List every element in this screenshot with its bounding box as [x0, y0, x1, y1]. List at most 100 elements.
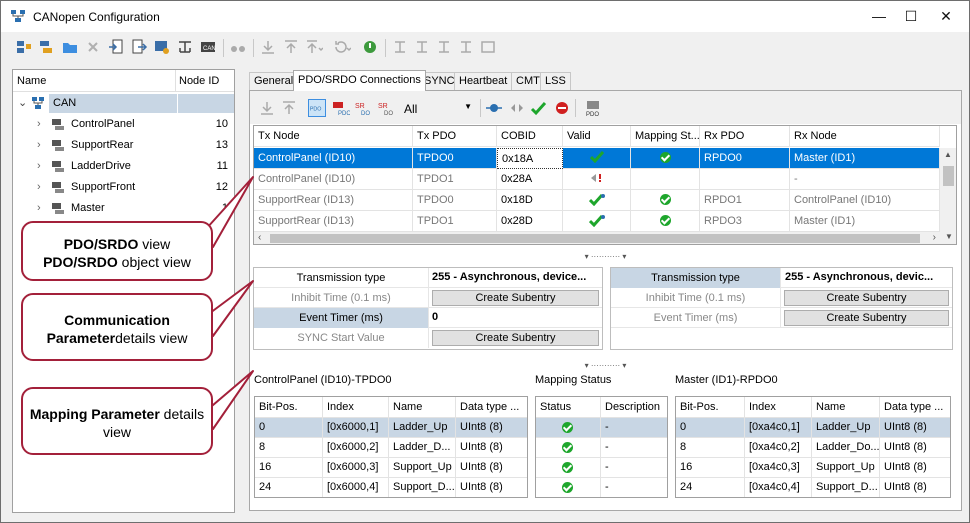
network-scan-icon[interactable]	[153, 38, 171, 56]
status-header-description[interactable]: Description	[601, 397, 667, 418]
grid-cell-valid[interactable]	[563, 190, 631, 211]
mapping-cell[interactable]: [0xa4c0,2]	[745, 438, 812, 458]
create-subentry-button[interactable]: Create Subentry	[432, 290, 599, 306]
mapping-cell[interactable]: Support_D...	[812, 478, 880, 497]
tree-item[interactable]: › SupportRear 13	[13, 135, 234, 156]
grid-cell-tx-pdo[interactable]: TPDO0	[413, 190, 497, 211]
grid-cell-rx-node[interactable]: Master (ID1)	[790, 148, 940, 169]
tab-pdo-srdo-connections[interactable]: PDO/SRDO Connections	[293, 70, 426, 91]
grid-cell-tx-node[interactable]: SupportRear (ID13)	[254, 190, 413, 211]
node-d-icon[interactable]	[457, 38, 475, 56]
connect-icon[interactable]	[485, 99, 503, 117]
grid-cell-cobid[interactable]: 0x28A	[497, 169, 563, 190]
mapping-cell[interactable]: [0xa4c0,4]	[745, 478, 812, 497]
mapping-cell[interactable]: 24	[255, 478, 323, 497]
mapping-cell[interactable]: UInt8 (8)	[456, 438, 527, 458]
splitter-handle[interactable]: ▾ ··········· ▾	[250, 253, 961, 262]
mapping-cell[interactable]: UInt8 (8)	[456, 418, 527, 438]
grid-header-cobid[interactable]: COBID	[497, 126, 563, 147]
mapping-cell[interactable]: Support_Up	[812, 458, 880, 478]
grid-cell-rx-node[interactable]: -	[790, 169, 940, 190]
node-e-icon[interactable]	[479, 38, 497, 56]
add-node-2-icon[interactable]	[38, 38, 56, 56]
mapping-cell[interactable]: [0x6000,2]	[323, 438, 389, 458]
node-c-icon[interactable]	[435, 38, 453, 56]
mapping-cell[interactable]: UInt8 (8)	[880, 478, 950, 497]
download-pdo-icon[interactable]	[258, 99, 276, 117]
status-description[interactable]: -	[601, 418, 667, 438]
tree-root-can[interactable]: ⌄ CAN	[13, 93, 234, 114]
mapping-header-name[interactable]: Name	[812, 397, 880, 418]
mapping-cell[interactable]: Support_D...	[389, 478, 456, 497]
grid-cell-valid[interactable]	[563, 169, 631, 190]
grid-cell-cobid[interactable]: 0x18D	[497, 190, 563, 211]
grid-cell-rx-pdo[interactable]: RPDO0	[700, 148, 790, 169]
minimize-button[interactable]: —	[863, 1, 895, 32]
mapping-cell[interactable]: 16	[255, 458, 323, 478]
grid-header-mapping-status[interactable]: Mapping St...	[631, 126, 700, 147]
mapping-cell[interactable]: Ladder_Up	[812, 418, 880, 438]
upload-pdo-icon[interactable]	[280, 99, 298, 117]
status-description[interactable]: -	[601, 478, 667, 497]
mapping-header-index[interactable]: Index	[745, 397, 812, 418]
scroll-thumb[interactable]	[270, 234, 920, 243]
tab-heartbeat[interactable]: Heartbeat	[454, 72, 513, 90]
nmt-icon[interactable]	[361, 38, 379, 56]
scroll-right-icon[interactable]: ›	[933, 232, 936, 243]
filter-select[interactable]: All ▼	[400, 99, 475, 118]
mapping-cell[interactable]: 8	[676, 438, 745, 458]
grid-cell-tx-node[interactable]: ControlPanel (ID10)	[254, 148, 413, 169]
mapping-cell[interactable]: 0	[676, 418, 745, 438]
mapping-cell[interactable]: 8	[255, 438, 323, 458]
splitter-handle[interactable]: ▾ ··········· ▾	[250, 362, 961, 371]
grid-horizontal-scrollbar[interactable]: ‹ ›	[254, 232, 940, 244]
scroll-up-icon[interactable]: ▲	[944, 150, 952, 159]
can-device-icon[interactable]: CAN	[199, 38, 217, 56]
tab-general[interactable]: General	[249, 72, 299, 90]
network-icon[interactable]	[176, 38, 194, 56]
grid-cell-rx-pdo[interactable]: RPDO3	[700, 211, 790, 232]
grid-cell-rx-pdo[interactable]	[700, 169, 790, 190]
mapping-cell[interactable]: Ladder_D...	[389, 438, 456, 458]
grid-cell-tx-pdo[interactable]: TPDO1	[413, 169, 497, 190]
node-a-icon[interactable]	[391, 38, 409, 56]
mapping-cell[interactable]: UInt8 (8)	[880, 458, 950, 478]
scroll-left-icon[interactable]: ‹	[258, 232, 261, 243]
grid-cell-mapping-status[interactable]	[631, 169, 700, 190]
add-node-icon[interactable]	[15, 38, 33, 56]
upload-icon[interactable]	[282, 38, 300, 56]
create-subentry-button[interactable]: Create Subentry	[784, 310, 949, 326]
grid-header-tx-pdo[interactable]: Tx PDO	[413, 126, 497, 147]
grid-cell-valid[interactable]	[563, 211, 631, 232]
mapping-cell[interactable]: UInt8 (8)	[456, 478, 527, 497]
chevron-right-icon[interactable]: ›	[37, 139, 41, 151]
grid-cell-mapping-status[interactable]	[631, 148, 700, 169]
status-description[interactable]: -	[601, 438, 667, 458]
mapping-header-index[interactable]: Index	[323, 397, 389, 418]
grid-cell-rx-node[interactable]: Master (ID1)	[790, 211, 940, 232]
grid-header-rx-node[interactable]: Rx Node	[790, 126, 940, 147]
mapping-header-datatype[interactable]: Data type ...	[880, 397, 950, 418]
pdo-red-icon[interactable]: PDO	[332, 99, 350, 117]
tree-item[interactable]: › ControlPanel 10	[13, 114, 234, 135]
show-pdo-icon[interactable]: PDO	[308, 99, 326, 117]
upload-dropdown-icon[interactable]	[305, 38, 323, 56]
grid-cell-cobid[interactable]: 0x18A	[497, 148, 563, 169]
tree-item[interactable]: › SupportFront 12	[13, 177, 234, 198]
close-button[interactable]: ✕	[930, 1, 962, 32]
status-cell[interactable]	[536, 418, 601, 438]
grid-cell-tx-node[interactable]: ControlPanel (ID10)	[254, 169, 413, 190]
grid-cell-tx-pdo[interactable]: TPDO0	[413, 148, 497, 169]
mapping-cell[interactable]: UInt8 (8)	[880, 418, 950, 438]
mapping-header-datatype[interactable]: Data type ...	[456, 397, 527, 418]
mapping-cell[interactable]: [0x6000,1]	[323, 418, 389, 438]
grid-header-tx-node[interactable]: Tx Node	[254, 126, 413, 147]
status-cell[interactable]	[536, 438, 601, 458]
chevron-right-icon[interactable]: ›	[37, 118, 41, 130]
download-icon[interactable]	[259, 38, 277, 56]
mapping-header-bitpos[interactable]: Bit-Pos.	[255, 397, 323, 418]
node-b-icon[interactable]	[413, 38, 431, 56]
grid-vertical-scrollbar[interactable]: ▲	[940, 148, 956, 232]
chevron-right-icon[interactable]: ›	[37, 202, 41, 214]
grid-cell-tx-node[interactable]: SupportRear (ID13)	[254, 211, 413, 232]
